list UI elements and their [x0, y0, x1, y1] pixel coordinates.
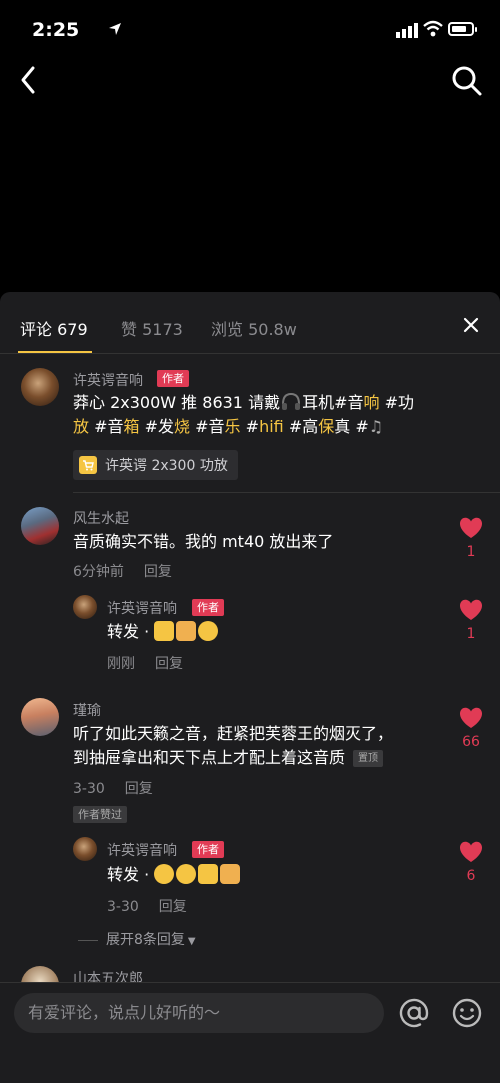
reply-button[interactable]: 回复	[155, 656, 183, 672]
thumbs-up-emoji-icon	[220, 864, 241, 884]
tab-likes[interactable]: 赞 5173	[121, 316, 183, 340]
avatar[interactable]	[21, 507, 59, 545]
reply-meta: 刚刚 回复	[107, 653, 203, 673]
author-badge: 作者	[157, 370, 189, 387]
comment-text: 莽心 2x300W 推 8631 请戴 耳机#音响 #功放 #音箱 #发烧 #音乐…	[73, 392, 415, 436]
comment-sheet: 评论 679 赞 5173 浏览 50.8w 许英谔音响 作者 莽心 2x300…	[0, 292, 500, 1082]
comment-username[interactable]: 许英谔音响	[73, 370, 143, 390]
like-count: 1	[466, 626, 476, 642]
reply-username[interactable]: 许英谔音响	[107, 840, 177, 860]
grinning-face-emoji-icon	[154, 864, 175, 884]
like-count: 6	[466, 868, 476, 884]
reply-username[interactable]: 许英谔音响	[107, 598, 177, 618]
expand-replies-button[interactable]: 展开8条回复 ▼	[78, 929, 196, 949]
music-note-icon: ♫	[368, 417, 384, 436]
status-time: 2:25	[32, 19, 80, 41]
battery-icon	[448, 22, 477, 36]
tab-comments[interactable]: 评论 679	[20, 316, 88, 340]
comment-text: 音质确实不错。我的 mt40 放出来了	[73, 532, 334, 551]
heart-icon	[459, 841, 483, 862]
tab-views[interactable]: 浏览 50.8w	[211, 316, 297, 340]
comment-divider	[73, 492, 500, 493]
comment-username[interactable]: 瑾瑜	[73, 700, 101, 720]
like-button[interactable]: 1	[457, 516, 485, 560]
comment-meta: 6分钟前 回复	[73, 561, 192, 581]
close-icon[interactable]	[460, 314, 482, 336]
like-button[interactable]: 1	[457, 598, 485, 642]
back-icon[interactable]	[14, 62, 44, 98]
liked-by-author-badge: 作者赞过	[73, 806, 127, 823]
angry-face-emoji-icon	[198, 621, 219, 641]
pinned-badge: 置顶	[353, 750, 384, 767]
comment-text: 听了如此天籁之音，赶紧把芙蓉王的烟灭了， 到抽屉拿出和天下点上才配上着这音质 置顶	[73, 724, 394, 767]
heart-icon	[459, 599, 483, 620]
location-arrow-icon	[109, 23, 121, 35]
comment-input[interactable]: 有爱评论，说点儿好听的～	[14, 993, 384, 1033]
avatar[interactable]	[21, 368, 59, 406]
clap-emoji-icon	[154, 621, 175, 641]
avatar[interactable]	[73, 595, 97, 619]
caret-down-icon: ▼	[187, 936, 196, 947]
author-badge: 作者	[192, 841, 224, 858]
laughing-face-emoji-icon	[176, 864, 197, 884]
reply-text: 转发 ·	[107, 620, 220, 644]
at-mention-icon[interactable]	[398, 997, 430, 1029]
search-icon[interactable]	[450, 64, 484, 98]
comment-time: 6分钟前	[73, 564, 124, 580]
like-button[interactable]: 6	[457, 840, 485, 884]
heart-icon	[459, 517, 483, 538]
like-count: 1	[466, 544, 476, 560]
like-button[interactable]: 66	[457, 706, 485, 750]
reply-time: 3-30	[107, 899, 139, 915]
comment-username[interactable]: 风生水起	[73, 508, 129, 528]
headphones-icon	[282, 392, 301, 410]
reply-text: 转发 ·	[107, 863, 242, 887]
reply-button[interactable]: 回复	[144, 564, 172, 580]
avatar[interactable]	[73, 837, 97, 861]
shopping-cart-icon	[79, 456, 97, 474]
reply-button[interactable]: 回复	[159, 899, 187, 915]
avatar[interactable]	[21, 698, 59, 736]
emoji-icon[interactable]	[451, 997, 483, 1029]
heart-icon	[459, 707, 483, 728]
comment-input-bar: 有爱评论，说点儿好听的～	[0, 982, 500, 1083]
product-link[interactable]: 许英谔 2x300 功放	[73, 450, 238, 480]
comment-meta: 3-30 回复	[73, 778, 173, 798]
product-name: 许英谔 2x300 功放	[105, 458, 228, 474]
clap-emoji-icon	[198, 864, 219, 884]
status-bar: 2:25	[0, 0, 500, 60]
author-badge: 作者	[192, 599, 224, 616]
comment-time: 3-30	[73, 781, 105, 797]
reply-button[interactable]: 回复	[125, 781, 153, 797]
thumbs-up-emoji-icon	[176, 621, 197, 641]
wifi-icon	[423, 20, 443, 37]
reply-meta: 3-30 回复	[107, 896, 207, 916]
cellular-signal-icon	[396, 23, 418, 38]
comment-tabs: 评论 679 赞 5173 浏览 50.8w	[0, 292, 500, 354]
reply-time: 刚刚	[107, 656, 135, 672]
tabs-divider	[0, 353, 500, 354]
like-count: 66	[462, 734, 480, 750]
expand-divider	[78, 939, 98, 941]
